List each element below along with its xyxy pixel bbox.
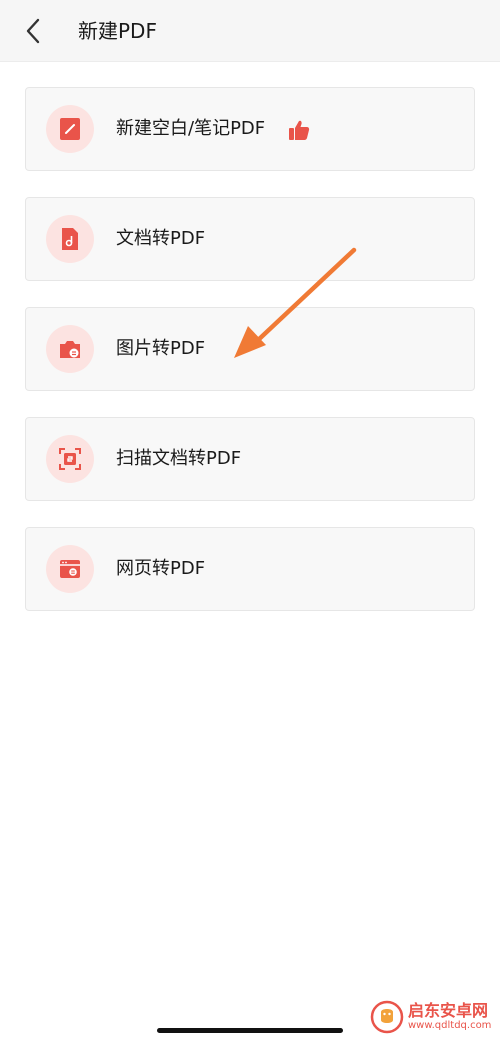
top-bar: 新建PDF (0, 0, 500, 62)
menu-item-label: 文档转PDF (116, 228, 206, 249)
menu-item-label: 新建空白/笔记PDF (116, 118, 266, 139)
scan-icon (46, 435, 94, 483)
home-indicator[interactable] (157, 1028, 343, 1033)
watermark-brand: 启东安卓网 (408, 1001, 489, 1020)
document-icon (46, 215, 94, 263)
menu-item-label: 扫描文档转PDF (116, 448, 242, 469)
menu-item-scan-to-pdf[interactable]: 扫描文档转PDF (25, 417, 475, 501)
image-icon (46, 325, 94, 373)
thumbs-up-icon (289, 120, 310, 140)
menu-item-image-to-pdf[interactable]: 图片转PDF (25, 307, 475, 391)
watermark-icon (370, 1000, 404, 1034)
menu-item-webpage-to-pdf[interactable]: 网页转PDF (25, 527, 475, 611)
webpage-icon (46, 545, 94, 593)
menu-item-label: 网页转PDF (116, 558, 206, 579)
menu-item-new-note-pdf[interactable]: 新建空白/笔记PDF (25, 87, 475, 171)
new-pdf-screen: 新建PDF 新建空白/笔记PDF 文档转PDF 图片转PDF 扫描文档转PDF … (0, 0, 500, 1040)
watermark-url: www.qdltdq.com (408, 1020, 492, 1031)
watermark-logo: 启东安卓网 www.qdltdq.com (370, 998, 496, 1036)
chevron-left-icon (26, 18, 40, 44)
new-note-icon (46, 105, 94, 153)
menu-item-document-to-pdf[interactable]: 文档转PDF (25, 197, 475, 281)
back-button[interactable] (18, 14, 48, 48)
page-title: 新建PDF (78, 19, 157, 43)
menu-item-label: 图片转PDF (116, 338, 206, 359)
